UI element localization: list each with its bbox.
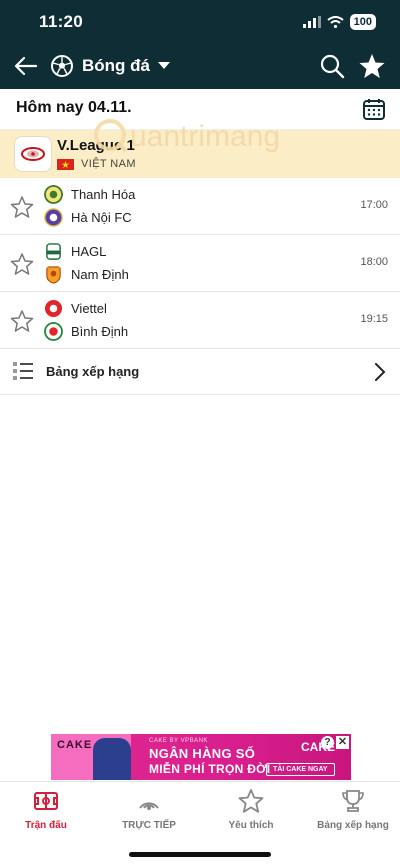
tab-label: Yêu thích (228, 820, 274, 831)
away-team: Nam Định (44, 265, 129, 284)
caret-down-icon (158, 62, 170, 69)
home-team: HAGL (44, 242, 106, 261)
away-team: Bình Định (44, 322, 128, 341)
chevron-right-icon (375, 363, 386, 381)
signal-icon (302, 16, 321, 28)
wifi-icon (327, 16, 344, 28)
thanh-hoa-logo-icon (44, 185, 63, 204)
match-time: 18:00 (360, 256, 388, 268)
league-logo (14, 136, 52, 172)
nav-row: Bóng đá (0, 48, 400, 84)
ad-cta-button[interactable]: TẢI CAKE NGAY (266, 763, 335, 776)
match-row[interactable]: Thanh Hóa Hà Nội FC 17:00 (0, 178, 400, 235)
quantrimang-watermark: uantrimang (94, 119, 280, 153)
star-outline-icon[interactable] (10, 252, 34, 276)
viettel-logo-icon (44, 299, 63, 318)
home-team-name: HAGL (71, 244, 107, 259)
hanoi-fc-logo-icon (44, 208, 63, 227)
ad-headline: NGÂN HÀNG SỐ (149, 746, 256, 761)
ad-image: CAKE (51, 734, 131, 780)
away-team: Hà Nội FC (44, 208, 132, 227)
away-team-name: Nam Định (71, 267, 129, 282)
watermark-text: uantrimang (130, 120, 280, 153)
sport-selector[interactable]: Bóng đá (50, 51, 170, 81)
star-filled-icon[interactable] (358, 52, 386, 80)
ad-close-icon[interactable]: ✕ (336, 736, 349, 749)
standings-link[interactable]: Bảng xếp hạng (0, 349, 400, 395)
star-outline-icon[interactable] (10, 309, 34, 333)
battery-indicator: 100 (349, 14, 376, 30)
list-ranking-icon (13, 362, 33, 380)
hagl-logo-icon (46, 243, 61, 260)
tab-matches[interactable]: Trận đấu (1, 788, 91, 831)
live-broadcast-icon (139, 802, 159, 810)
ad-subheadline: MIỄN PHÍ TRỌN ĐỜI (149, 762, 271, 776)
tab-label: Trận đấu (25, 820, 67, 831)
status-time: 11:20 (39, 12, 84, 31)
ad-banner[interactable]: CAKE CAKE BY VPBANK NGÂN HÀNG SỐ MIỄN PH… (51, 734, 351, 780)
status-icons: 100 (302, 14, 376, 30)
tab-favorites[interactable]: Yêu thích (206, 788, 296, 831)
match-row[interactable]: HAGL Nam Định 18:00 (0, 235, 400, 292)
star-outline-icon[interactable] (10, 195, 34, 219)
vleague-logo-icon (21, 147, 45, 161)
match-time: 17:00 (360, 199, 388, 211)
home-team-name: Viettel (71, 301, 107, 316)
back-arrow-icon[interactable] (12, 52, 40, 80)
home-team: Thanh Hóa (44, 185, 135, 204)
home-team-name: Thanh Hóa (71, 187, 136, 202)
match-row[interactable]: Viettel Bình Định 19:15 (0, 292, 400, 349)
binh-dinh-logo-icon (44, 322, 63, 341)
nam-dinh-logo-icon (46, 266, 61, 284)
tab-standings[interactable]: Bảng xếp hạng (308, 788, 398, 831)
sport-title: Bóng đá (82, 56, 150, 75)
tab-live[interactable]: TRỰC TIẾP (104, 788, 194, 831)
ad-info-icon[interactable]: ? (321, 736, 334, 749)
home-team: Viettel (44, 299, 107, 318)
home-indicator[interactable] (129, 852, 271, 857)
match-time: 19:15 (360, 313, 388, 325)
away-team-name: Bình Định (71, 324, 129, 339)
trophy-icon (342, 790, 364, 812)
tab-label: Bảng xếp hạng (317, 820, 389, 831)
ad-brand-left: CAKE (57, 739, 93, 751)
away-team-name: Hà Nội FC (71, 210, 132, 225)
standings-label: Bảng xếp hạng (46, 364, 140, 379)
tab-label: TRỰC TIẾP (122, 820, 176, 831)
vietnam-flag-icon (57, 158, 74, 170)
screen: 11:20 100 Bóng đá Hôm nay 04.11. V.Leagu… (0, 0, 400, 865)
calendar-icon[interactable] (362, 97, 386, 121)
top-bar: 11:20 100 Bóng đá (0, 0, 400, 89)
ad-small-text: CAKE BY VPBANK (149, 738, 208, 744)
soccer-ball-icon (51, 55, 73, 77)
soccer-field-icon (34, 792, 58, 810)
star-outline-icon (238, 789, 264, 813)
ad-person-image (93, 738, 131, 780)
search-icon[interactable] (318, 52, 346, 80)
